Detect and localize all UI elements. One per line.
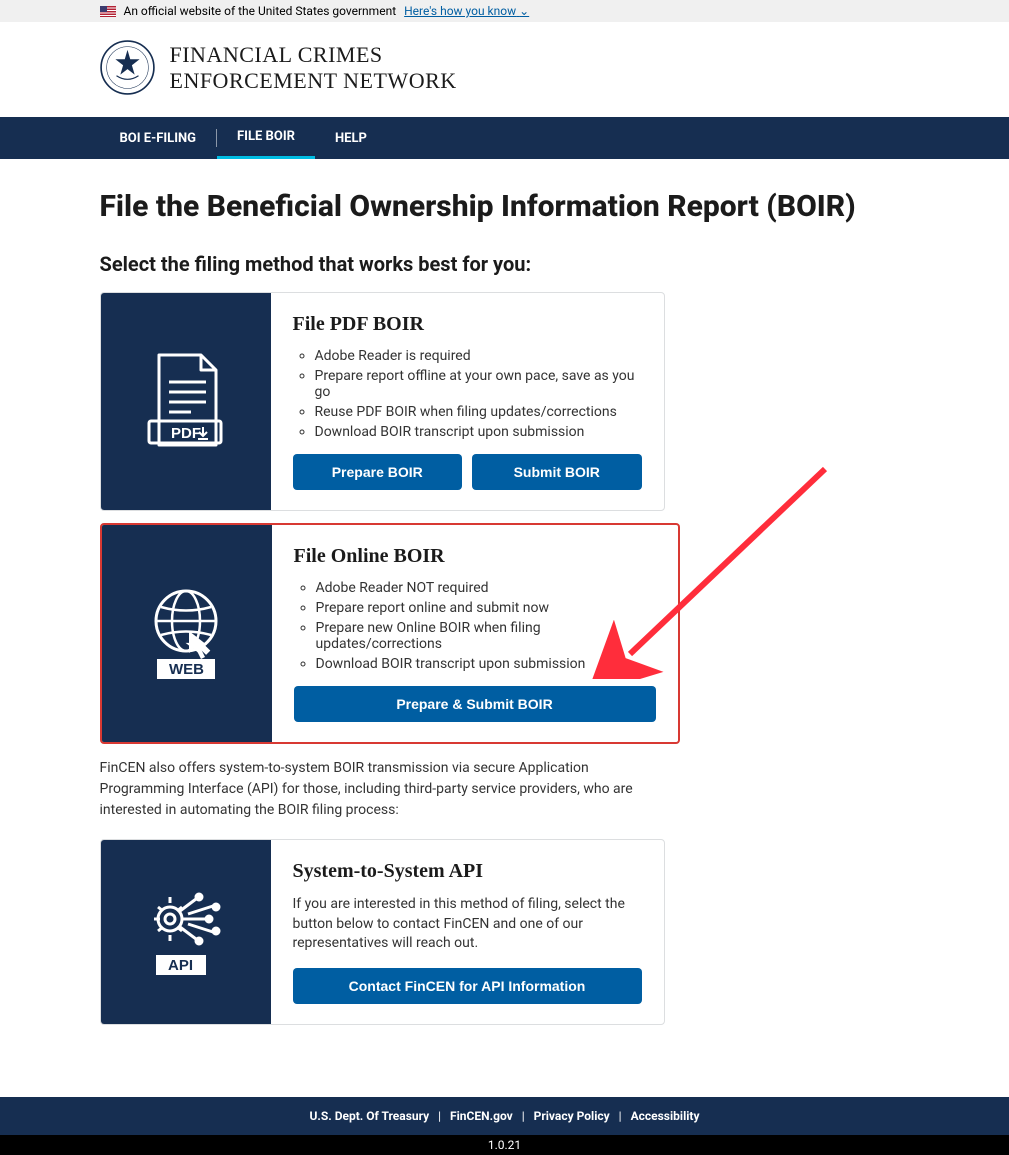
- svg-text:API: API: [168, 957, 193, 974]
- api-note: FinCEN also offers system-to-system BOIR…: [100, 758, 660, 821]
- chevron-down-icon: ⌄: [519, 4, 529, 18]
- card-pdf-bullets: Adobe Reader is required Prepare report …: [315, 348, 642, 440]
- footer-link-treasury[interactable]: U.S. Dept. Of Treasury: [307, 1109, 431, 1123]
- gov-banner-link[interactable]: Here's how you know ⌄: [404, 4, 529, 18]
- fincen-seal-icon: [100, 40, 155, 95]
- card-pdf-title: File PDF BOIR: [293, 313, 642, 336]
- card-pdf: PDF File PDF BOIR Adobe Reader is requir…: [100, 292, 665, 511]
- svg-text:WEB: WEB: [169, 661, 204, 678]
- site-title: FINANCIAL CRIMES ENFORCEMENT NETWORK: [170, 42, 457, 93]
- nav-item-file-boir[interactable]: FILE BOIR: [217, 117, 315, 159]
- gov-banner: An official website of the United States…: [0, 0, 1009, 22]
- page-subheading: Select the filing method that works best…: [100, 252, 910, 276]
- page-title: File the Beneficial Ownership Informatio…: [100, 189, 910, 224]
- card-api-title: System-to-System API: [293, 860, 642, 883]
- nav-item-help[interactable]: HELP: [315, 119, 387, 158]
- version-bar: 1.0.21: [0, 1135, 1009, 1155]
- svg-text:PDF: PDF: [171, 425, 201, 442]
- gov-banner-text: An official website of the United States…: [124, 4, 397, 18]
- card-online-bullets: Adobe Reader NOT required Prepare report…: [316, 580, 656, 672]
- web-globe-icon: WEB: [139, 579, 234, 689]
- card-online-title: File Online BOIR: [294, 545, 656, 568]
- site-header: FINANCIAL CRIMES ENFORCEMENT NETWORK: [0, 22, 1009, 117]
- contact-fincen-button[interactable]: Contact FinCEN for API Information: [293, 968, 642, 1004]
- prepare-boir-button[interactable]: Prepare BOIR: [293, 454, 463, 490]
- submit-boir-button[interactable]: Submit BOIR: [472, 454, 642, 490]
- card-api-desc: If you are interested in this method of …: [293, 895, 642, 954]
- nav-item-boi-efiling[interactable]: BOI E-FILING: [100, 119, 217, 158]
- prepare-submit-boir-button[interactable]: Prepare & Submit BOIR: [294, 686, 656, 722]
- main-nav: BOI E-FILING FILE BOIR HELP: [0, 117, 1009, 159]
- us-flag-icon: [100, 6, 116, 17]
- card-api: API System-to-System API If you are inte…: [100, 839, 665, 1025]
- footer-link-privacy[interactable]: Privacy Policy: [532, 1109, 612, 1123]
- footer-link-accessibility[interactable]: Accessibility: [629, 1109, 702, 1123]
- site-footer: U.S. Dept. Of Treasury | FinCEN.gov | Pr…: [0, 1097, 1009, 1135]
- api-gear-icon: API: [138, 877, 233, 987]
- footer-link-fincen[interactable]: FinCEN.gov: [448, 1109, 515, 1123]
- card-online: WEB File Online BOIR Adobe Reader NOT re…: [100, 523, 680, 744]
- pdf-file-icon: PDF: [141, 347, 231, 457]
